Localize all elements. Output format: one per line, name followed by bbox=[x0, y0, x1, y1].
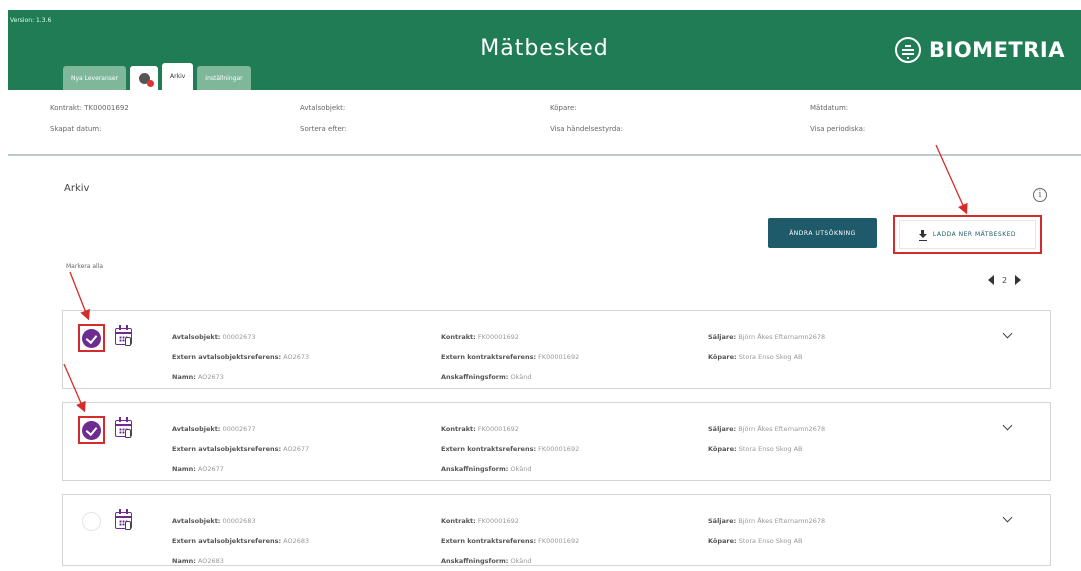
download-button[interactable]: LADDA NER MÄTBESKED bbox=[899, 220, 1036, 249]
filter-summary: Kontrakt: TK00001692 Avtalsobjekt: Köpar… bbox=[50, 104, 1050, 133]
divider bbox=[8, 154, 1081, 156]
list-item[interactable]: Avtalsobjekt: 00002677 Extern avtalsobje… bbox=[62, 402, 1051, 481]
list-item[interactable]: Avtalsobjekt: 00002673 Extern avtalsobje… bbox=[62, 310, 1051, 389]
card-col-object: Avtalsobjekt: 00002677 Extern avtalsobje… bbox=[172, 425, 310, 473]
chevron-down-icon[interactable] bbox=[1002, 328, 1013, 339]
card-col-parties: Säljare: Björn Åkes Efternamn2678 Köpare… bbox=[708, 333, 826, 361]
checkbox-highlight bbox=[78, 324, 105, 352]
change-search-button[interactable]: ÄNDRA UTSÖKNING bbox=[768, 218, 877, 248]
card-col-object: Avtalsobjekt: 00002683 Extern avtalsobje… bbox=[172, 517, 310, 565]
checkbox-checked[interactable] bbox=[82, 328, 101, 348]
checkbox-checked[interactable] bbox=[82, 420, 101, 440]
card-col-contract: Kontrakt: FK00001692 Extern kontraktsref… bbox=[441, 517, 580, 565]
biometria-logo: BIOMETRIA bbox=[895, 37, 1065, 63]
version-label: Version: 1.3.6 bbox=[10, 17, 52, 24]
calendar-icon bbox=[115, 417, 133, 439]
meta-contract-object: Avtalsobjekt: bbox=[300, 104, 346, 112]
tree-logo-icon bbox=[895, 37, 921, 63]
download-button-label: LADDA NER MÄTBESKED bbox=[932, 231, 1017, 238]
tab-archive[interactable]: Arkiv bbox=[162, 63, 194, 90]
meta-measure-date: Mätdatum: bbox=[810, 104, 849, 112]
chevron-down-icon[interactable] bbox=[1002, 420, 1013, 431]
meta-buyer: Köpare: bbox=[550, 104, 577, 112]
card-col-parties: Säljare: Björn Åkes Efternamn2678 Köpare… bbox=[708, 425, 826, 453]
tab-notifications[interactable] bbox=[130, 66, 159, 90]
download-highlight: LADDA NER MÄTBESKED bbox=[893, 215, 1042, 254]
info-icon[interactable]: i bbox=[1033, 188, 1047, 202]
logo-text: BIOMETRIA bbox=[929, 38, 1065, 62]
card-col-parties: Säljare: Björn Åkes Efternamn2678 Köpare… bbox=[708, 517, 826, 545]
app-header: Version: 1.3.6 Nya Leveranser Arkiv Inst… bbox=[8, 10, 1081, 90]
checkbox-highlight bbox=[78, 416, 105, 444]
tab-new-deliveries[interactable]: Nya Leveranser bbox=[63, 66, 127, 90]
prev-page-icon[interactable] bbox=[988, 275, 994, 285]
list-item[interactable]: Avtalsobjekt: 00002683 Extern avtalsobje… bbox=[62, 494, 1051, 566]
meta-sort-by: Sortera efter: bbox=[300, 125, 347, 133]
download-icon bbox=[918, 230, 927, 241]
calendar-icon bbox=[115, 509, 133, 531]
meta-event-driven: Visa händelsestyrda: bbox=[550, 125, 623, 133]
next-page-icon[interactable] bbox=[1015, 275, 1022, 285]
chevron-down-icon[interactable] bbox=[1002, 512, 1013, 523]
notification-icon bbox=[138, 72, 154, 87]
checkbox-unchecked[interactable] bbox=[82, 512, 101, 531]
page-number: 2 bbox=[1002, 275, 1008, 285]
card-col-object: Avtalsobjekt: 00002673 Extern avtalsobje… bbox=[172, 333, 310, 381]
card-col-contract: Kontrakt: FK00001692 Extern kontraktsref… bbox=[441, 425, 580, 473]
calendar-icon bbox=[115, 325, 133, 347]
meta-created-date: Skapat datum: bbox=[50, 125, 102, 133]
tab-settings[interactable]: Inställningar bbox=[197, 66, 251, 90]
section-title: Arkiv bbox=[64, 183, 90, 194]
meta-periodic: Visa periodiska: bbox=[810, 125, 866, 133]
meta-contract: Kontrakt: TK00001692 bbox=[50, 104, 129, 112]
card-col-contract: Kontrakt: FK00001692 Extern kontraktsref… bbox=[441, 333, 580, 381]
pagination: 2 bbox=[988, 275, 1022, 285]
tab-bar: Nya Leveranser Arkiv Inställningar bbox=[63, 58, 251, 90]
mark-all-link[interactable]: Markera alla bbox=[66, 263, 103, 270]
